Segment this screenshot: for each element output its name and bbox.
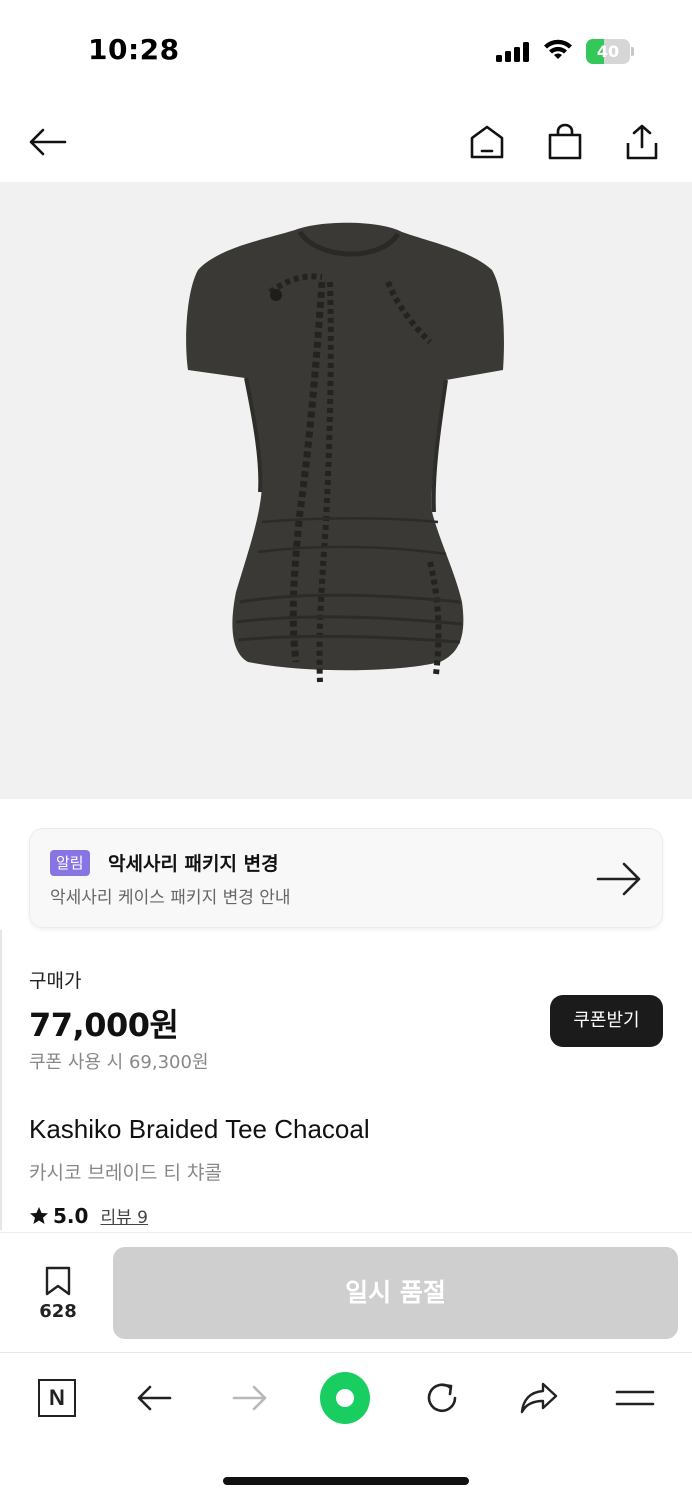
- notice-badge: 알림: [50, 850, 90, 876]
- reload-icon[interactable]: [417, 1373, 467, 1423]
- battery-icon: 40: [586, 39, 634, 64]
- share-icon[interactable]: [620, 120, 664, 164]
- status-time: 10:28: [88, 33, 180, 66]
- top-navigation: [0, 100, 692, 182]
- shopping-bag-icon[interactable]: [543, 120, 587, 164]
- browser-toolbar: N: [0, 1352, 692, 1500]
- coupon-price-text: 쿠폰 사용 시 69,300원: [29, 1052, 209, 1073]
- wifi-icon: [544, 39, 572, 59]
- purchase-bar: 628 일시 품절: [0, 1232, 692, 1352]
- home-icon[interactable]: [465, 120, 509, 164]
- home-indicator: [223, 1477, 469, 1485]
- star-icon: [30, 1206, 48, 1224]
- wishlist-count: 628: [39, 1301, 77, 1322]
- price-label: 구매가: [29, 970, 82, 992]
- get-coupon-button[interactable]: 쿠폰받기: [550, 995, 663, 1047]
- arrow-right-icon[interactable]: [596, 859, 642, 899]
- forward-share-icon[interactable]: [514, 1373, 564, 1423]
- cellular-signal-icon: [496, 42, 529, 62]
- browser-forward-icon[interactable]: [225, 1373, 275, 1423]
- naver-logo-letter: N: [38, 1379, 76, 1417]
- price-amount: 77,000원: [29, 1006, 179, 1044]
- sold-out-button[interactable]: 일시 품절: [113, 1247, 678, 1339]
- menu-icon[interactable]: [610, 1373, 660, 1423]
- status-bar: 10:28 40: [0, 0, 692, 100]
- back-arrow-icon[interactable]: [25, 120, 69, 164]
- browser-back-icon[interactable]: [129, 1373, 179, 1423]
- product-name-ko: 카시코 브레이드 티 챠콜: [29, 1162, 222, 1184]
- rating-score: 5.0: [53, 1203, 89, 1228]
- notice-banner[interactable]: 알림 악세사리 패키지 변경 악세사리 케이스 패키지 변경 안내: [29, 828, 663, 928]
- rating-row: 5.0 리뷰 9: [29, 1203, 148, 1228]
- review-link[interactable]: 리뷰 9: [100, 1203, 148, 1228]
- product-tee-image: [186, 222, 504, 683]
- product-image[interactable]: [0, 182, 692, 799]
- green-home-icon[interactable]: [320, 1372, 370, 1424]
- bookmark-icon: [45, 1266, 71, 1296]
- notice-title: 악세사리 패키지 변경: [108, 853, 279, 875]
- wishlist-button[interactable]: 628: [28, 1265, 88, 1325]
- battery-level-text: 40: [596, 42, 620, 61]
- naver-logo-icon[interactable]: N: [32, 1373, 82, 1423]
- divider: [0, 930, 2, 1230]
- product-name-en: Kashiko Braided Tee Chacoal: [29, 1114, 370, 1144]
- notice-subtitle: 악세사리 케이스 패키지 변경 안내: [50, 888, 291, 908]
